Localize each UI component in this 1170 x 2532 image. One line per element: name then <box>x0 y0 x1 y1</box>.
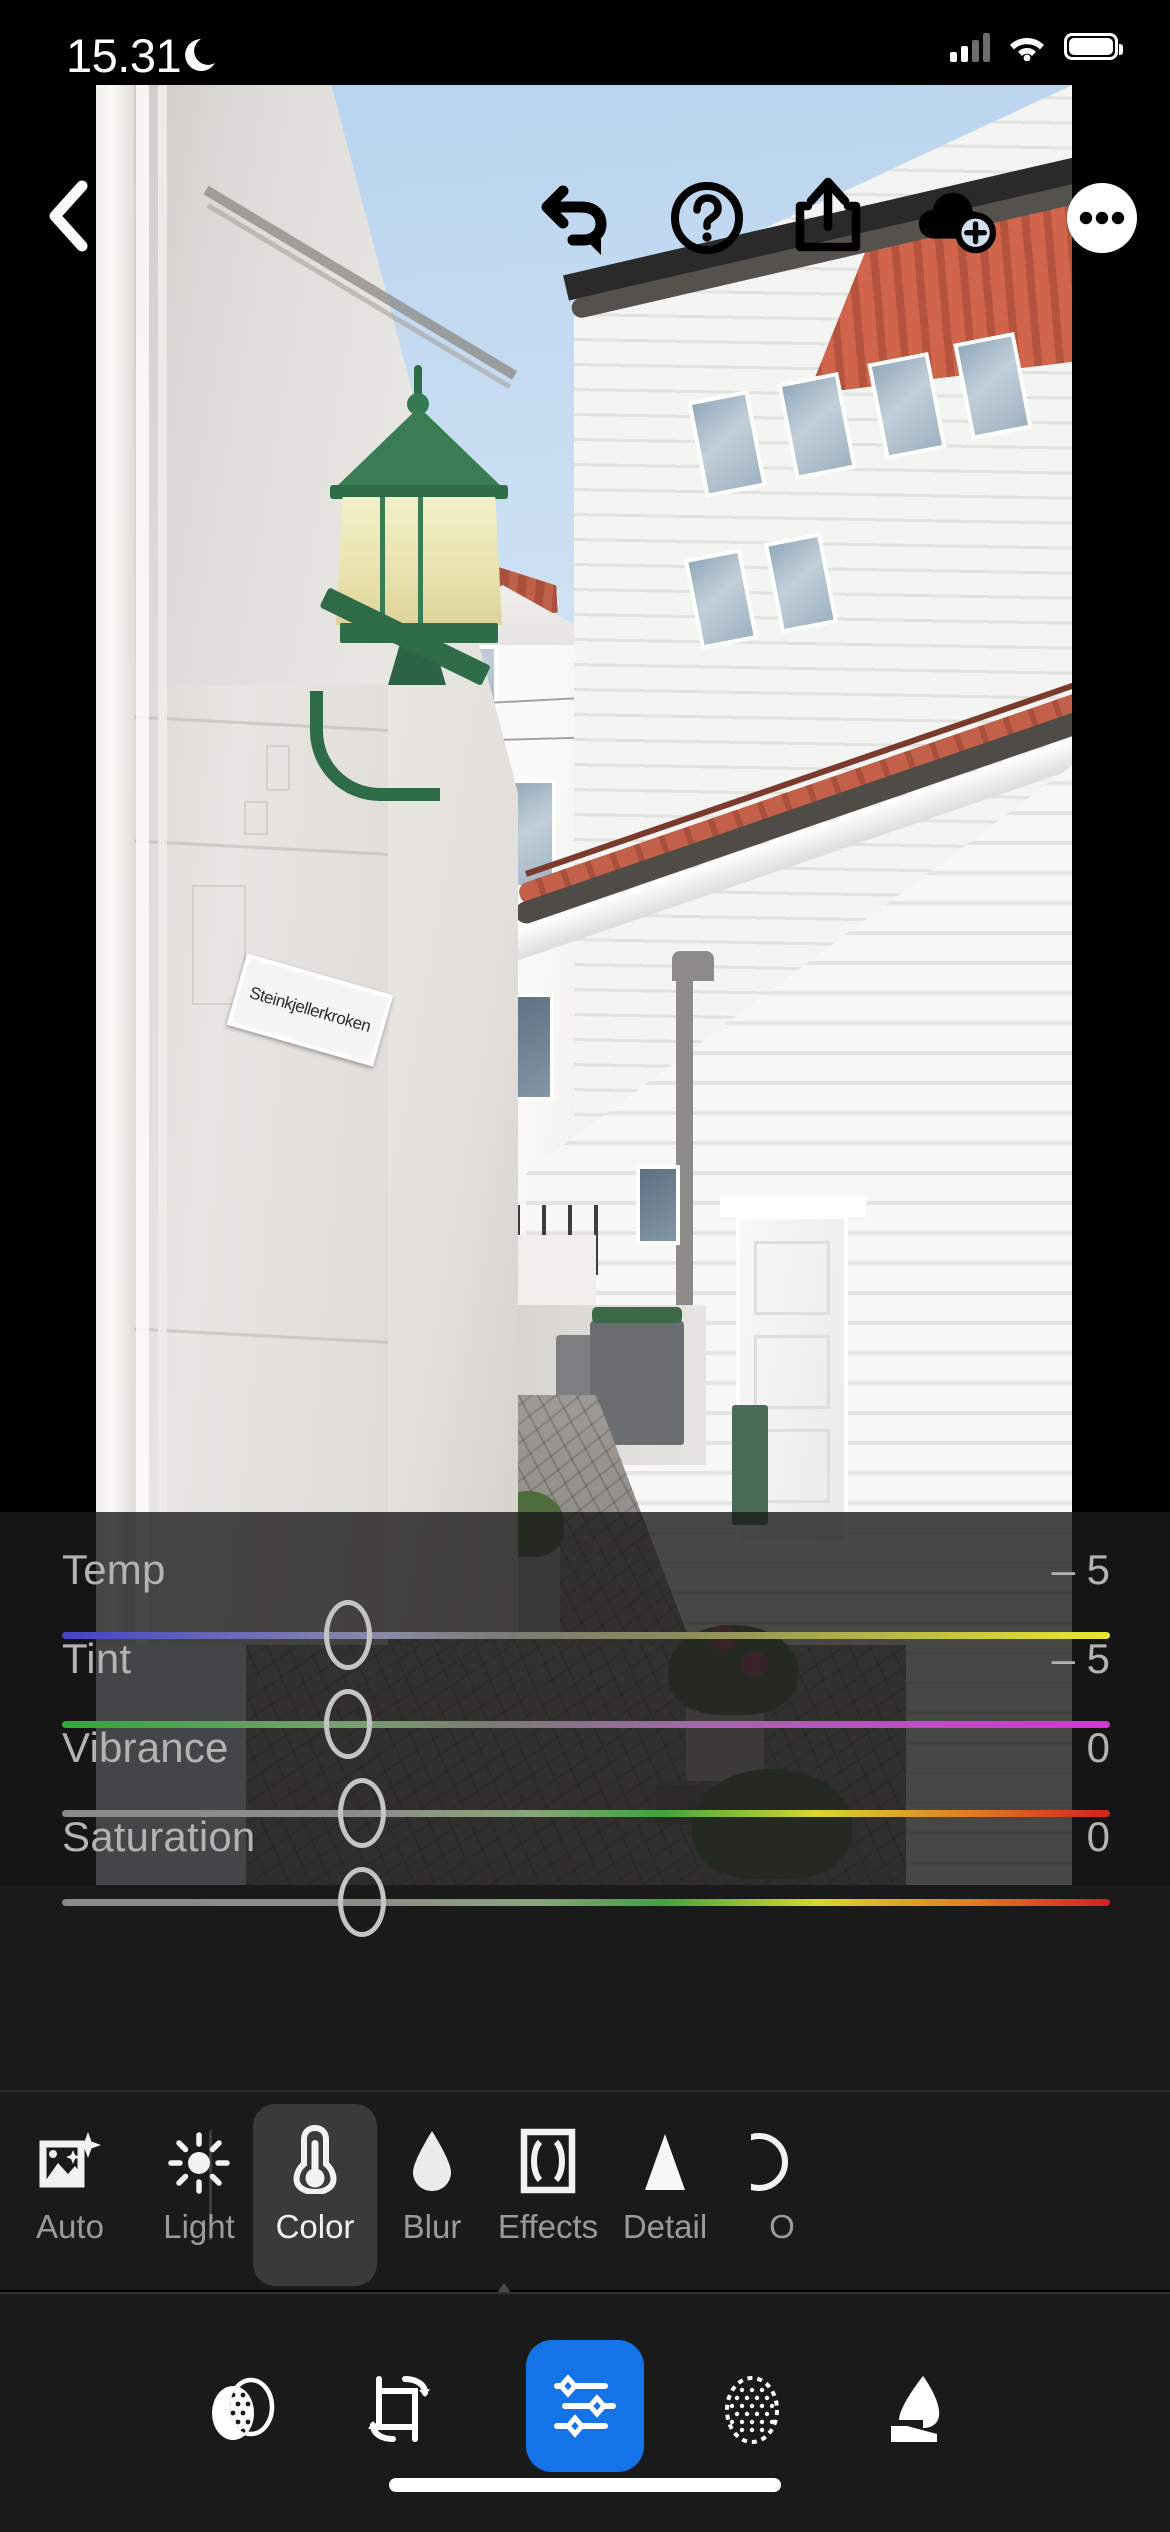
left-building-corner-shadow <box>158 85 167 1645</box>
tool-label-optics: O <box>769 2208 795 2245</box>
tool-optics[interactable]: O <box>707 2096 857 2284</box>
left-building-edge <box>96 85 134 1635</box>
left-building-corner-trim <box>136 85 149 1645</box>
status-bar: 15.31 <box>0 0 1170 115</box>
tool-strip-divider <box>0 2090 1170 2092</box>
share-export-icon <box>795 177 861 252</box>
tool-label-light: Light <box>163 2208 235 2245</box>
slider-row-tint[interactable]: Tint – 5 <box>0 1635 1170 1759</box>
slider-row-vibrance[interactable]: Vibrance 0 <box>0 1724 1170 1848</box>
sliders-icon <box>554 2374 616 2438</box>
slider-value-tint: – 5 <box>1051 1635 1110 1682</box>
slider-value-temp: – 5 <box>1051 1546 1110 1593</box>
status-indicators <box>950 30 1123 62</box>
slider-value-vibrance: 0 <box>1086 1724 1110 1771</box>
status-time: 15.31 <box>66 29 182 82</box>
slider-value-saturation: 0 <box>1086 1813 1110 1860</box>
ellipsis-circle-icon <box>1067 183 1137 253</box>
crop-rotate-icon <box>368 2376 430 2442</box>
wifi-icon <box>1010 38 1044 61</box>
slider-thumb-saturation[interactable] <box>338 1867 386 1937</box>
lamp-mullion <box>380 497 385 625</box>
question-circle-icon <box>671 182 743 254</box>
slider-row-temp[interactable]: Temp – 5 <box>0 1546 1170 1670</box>
more-options-button[interactable] <box>1060 176 1144 260</box>
bottom-nav <box>0 2292 1170 2532</box>
slider-label-saturation: Saturation <box>62 1813 256 1860</box>
downspout <box>676 965 693 1325</box>
lamp-roof <box>334 407 504 489</box>
share-button[interactable] <box>786 174 870 258</box>
droplet-icon <box>408 2096 456 2204</box>
help-button[interactable] <box>665 176 749 260</box>
app-root: Steinkjellerkroken 15.31 Temp – 5 Tint –… <box>0 0 1170 2532</box>
home-indicator[interactable] <box>389 2478 781 2492</box>
tool-label-blur: Blur <box>402 2208 462 2245</box>
bottom-nav-divider <box>0 2292 1170 2294</box>
auto-enhance-icon <box>37 2096 103 2204</box>
presets-circles-icon <box>212 2377 275 2440</box>
undo-arrow-icon <box>541 185 607 255</box>
wall-panel <box>244 801 268 835</box>
tool-label-detail: Detail <box>622 2208 708 2245</box>
nav-presets-button[interactable] <box>183 2340 303 2480</box>
sun-icon <box>168 2096 230 2204</box>
nav-masking-button[interactable] <box>692 2340 812 2480</box>
slider-label-vibrance: Vibrance <box>62 1724 229 1771</box>
tool-label-color: Color <box>275 2208 355 2245</box>
green-utility-box <box>732 1405 768 1525</box>
dotted-ellipse-icon <box>725 2376 779 2444</box>
nav-crop-button[interactable] <box>340 2340 460 2480</box>
slider-track-saturation[interactable] <box>62 1899 1110 1906</box>
wall-panel <box>266 745 290 791</box>
effects-frame-icon <box>520 2096 576 2204</box>
window <box>636 1165 680 1245</box>
slider-row-saturation[interactable]: Saturation 0 <box>0 1813 1170 1937</box>
battery-full-icon <box>1064 32 1123 60</box>
triangle-icon <box>639 2096 691 2204</box>
signal-bars-icon <box>950 30 990 62</box>
tool-label-auto: Auto <box>36 2208 104 2245</box>
edit-toolbar <box>0 176 1170 276</box>
right-door-header <box>720 1195 866 1217</box>
nav-edit-button[interactable] <box>526 2340 644 2472</box>
crescent-moon-icon <box>185 39 215 71</box>
slider-label-tint: Tint <box>62 1635 132 1682</box>
healing-brush-icon <box>891 2376 940 2442</box>
street-sign-text: Steinkjellerkroken <box>247 983 373 1036</box>
slider-label-temp: Temp <box>62 1546 166 1593</box>
thermometer-icon <box>290 2096 340 2204</box>
optics-icon <box>751 2096 813 2204</box>
cloud-add-button[interactable] <box>915 180 999 264</box>
street-lamp <box>296 365 556 801</box>
tool-strip: Auto Light Color Blur Effects Detail O <box>0 2090 1170 2290</box>
cloud-plus-icon <box>918 192 997 254</box>
undo-button[interactable] <box>537 178 621 262</box>
tool-label-effects: Effects <box>497 2208 599 2245</box>
nav-healing-button[interactable] <box>856 2340 976 2480</box>
lamp-mullion <box>418 497 423 625</box>
